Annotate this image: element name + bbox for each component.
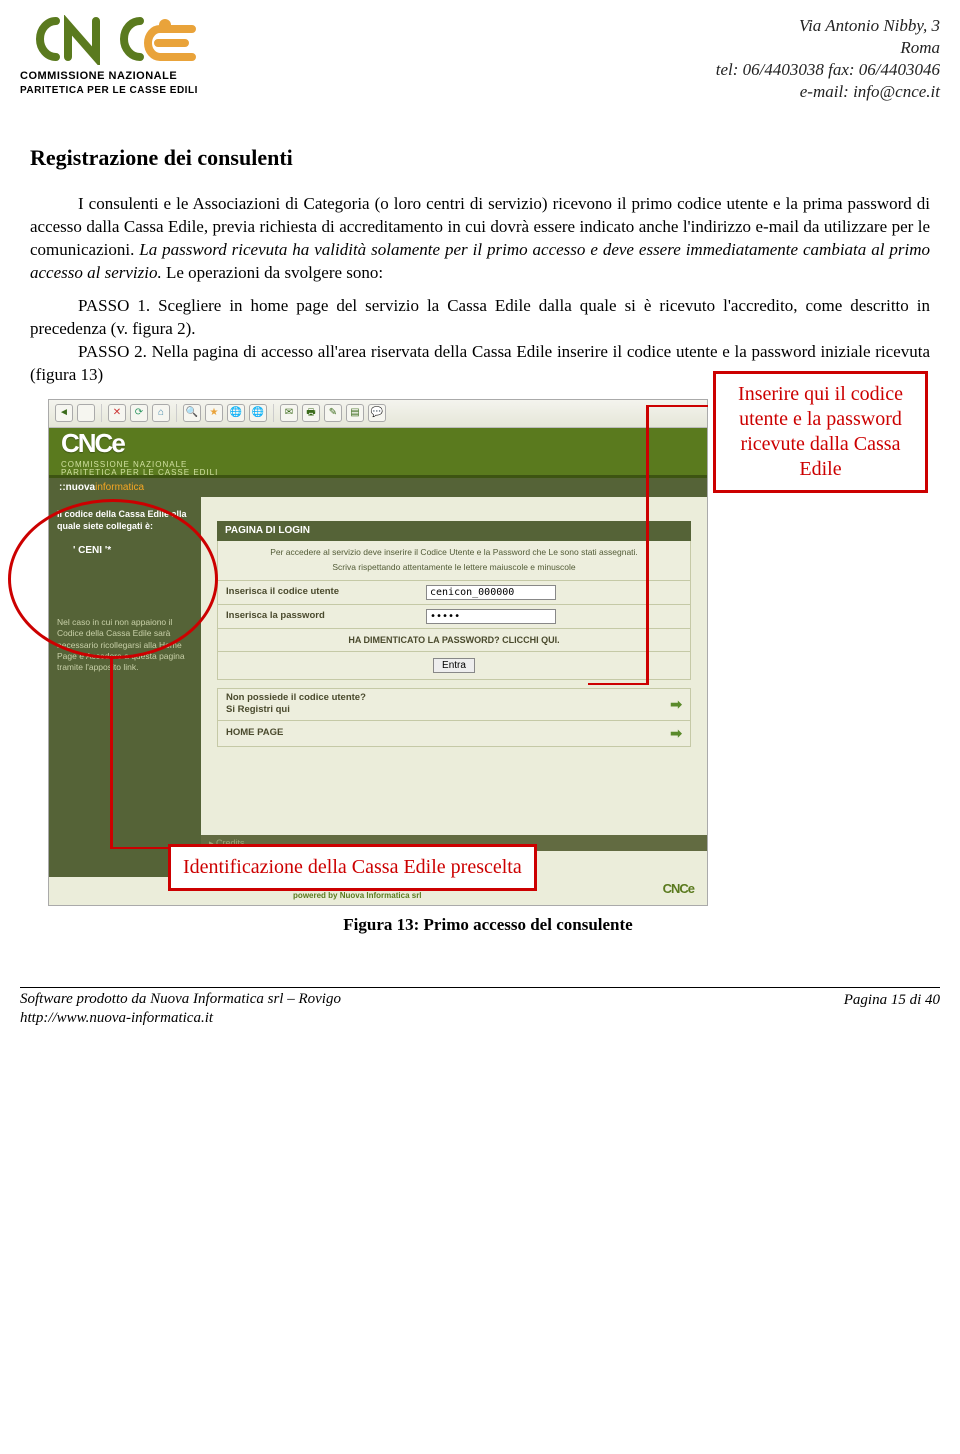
- search-icon[interactable]: 🔍: [183, 404, 201, 422]
- mail-icon[interactable]: ✉: [280, 404, 298, 422]
- logo-block: COMMISSIONE NAZIONALE PARITETICA PER LE …: [20, 15, 240, 97]
- subbanner-b: informatica: [95, 482, 144, 493]
- label-password: Inserisca la password: [226, 610, 426, 623]
- footer-logo-icon: CNCe: [663, 880, 694, 898]
- callout-identification: Identificazione della Cassa Edile presce…: [168, 844, 537, 891]
- arrow-right-icon: ➡: [670, 695, 682, 714]
- screenshot-sidebar: Il codice della Cassa Edile alla quale s…: [49, 497, 201, 877]
- browser-toolbar: ◄ ✕ ⟳ ⌂ 🔍 ★ 🌐 🌐 ✉ 🖶 ✎ ▤ 💬: [49, 400, 707, 428]
- footer-page-number: Pagina 15 di 40: [844, 990, 940, 1029]
- sidebar-box-2: Nel caso in cui non appaiono il Codice d…: [57, 617, 193, 672]
- links-block: Non possiede il codice utente? Si Regist…: [217, 688, 691, 748]
- login-row-pass: Inserisca la password: [217, 605, 691, 629]
- main-content: Registrazione dei consulenti I consulent…: [20, 103, 940, 956]
- edit-icon[interactable]: ✎: [324, 404, 342, 422]
- forward-icon[interactable]: [77, 404, 95, 422]
- figure-caption: Figura 13: Primo accesso del consulente: [48, 914, 928, 937]
- addr-line-4: e-mail: info@cnce.it: [716, 81, 940, 103]
- addr-line-2: Roma: [716, 37, 940, 59]
- login-header: PAGINA DI LOGIN: [217, 521, 691, 541]
- link1b: Si Registri qui: [226, 704, 290, 715]
- home-icon[interactable]: ⌂: [152, 404, 170, 422]
- callout-line-2h: [110, 847, 168, 850]
- footer-credit-2: powered by Nuova Informatica srl: [293, 891, 421, 900]
- footer-left: Software prodotto da Nuova Informatica s…: [20, 990, 341, 1029]
- back-icon[interactable]: ◄: [55, 404, 73, 422]
- link-homepage[interactable]: HOME PAGE ➡: [217, 721, 691, 747]
- callout-line-2v: [110, 657, 113, 849]
- embedded-screenshot: ◄ ✕ ⟳ ⌂ 🔍 ★ 🌐 🌐 ✉ 🖶 ✎ ▤ 💬 CNC: [48, 399, 708, 906]
- toolbar-sep3: [273, 404, 274, 422]
- forgot-password-link[interactable]: HA DIMENTICATO LA PASSWORD? CLICCHI QUI.: [217, 629, 691, 652]
- site-banner: CNCe COMMISSIONE NAZIONALE PARITETICA PE…: [49, 428, 707, 478]
- tool-icon-1[interactable]: 🌐: [249, 404, 267, 422]
- link-register-text: Non possiede il codice utente? Si Regist…: [226, 692, 366, 718]
- history-icon[interactable]: 🌐: [227, 404, 245, 422]
- sidebar-box1-text: Il codice della Cassa Edile alla quale s…: [57, 509, 187, 531]
- screenshot-main: PAGINA DI LOGIN Per accedere al servizio…: [201, 497, 707, 877]
- page-header: COMMISSIONE NAZIONALE PARITETICA PER LE …: [20, 0, 940, 103]
- callout-line-1: [648, 405, 708, 408]
- label-username: Inserisca il codice utente: [226, 586, 426, 599]
- cnce-logo-icon: [20, 15, 210, 65]
- tool-icon-2[interactable]: ▤: [346, 404, 364, 422]
- header-address: Via Antonio Nibby, 3 Roma tel: 06/440303…: [716, 15, 940, 103]
- footer-producer: Software prodotto da Nuova Informatica s…: [20, 990, 341, 1010]
- link2-text: HOME PAGE: [226, 727, 283, 740]
- footer-url: http://www.nuova-informatica.it: [20, 1009, 341, 1029]
- callout-credentials: Inserire qui il codice utente e la passw…: [713, 371, 928, 493]
- callout-identification-text: Identificazione della Cassa Edile presce…: [183, 856, 522, 878]
- input-username[interactable]: [426, 585, 556, 600]
- page-title: Registrazione dei consulenti: [30, 143, 930, 173]
- enter-row: Entra: [217, 652, 691, 680]
- addr-line-3: tel: 06/4403038 fax: 06/4403046: [716, 59, 940, 81]
- logo-sub-1: COMMISSIONE NAZIONALE: [20, 69, 240, 84]
- passo-1: PASSO 1. Scegliere in home page del serv…: [30, 295, 930, 341]
- login-info: Per accedere al servizio deve inserire i…: [217, 541, 691, 581]
- page-footer: Software prodotto da Nuova Informatica s…: [20, 987, 940, 1045]
- callout-line-1b: [588, 683, 648, 686]
- input-password[interactable]: [426, 609, 556, 624]
- para1-c: Le operazioni da svolgere sono:: [162, 263, 383, 282]
- login-panel: PAGINA DI LOGIN Per accedere al servizio…: [217, 521, 691, 747]
- tool-icon-3[interactable]: 💬: [368, 404, 386, 422]
- sidebar-box-1: Il codice della Cassa Edile alla quale s…: [57, 509, 193, 557]
- refresh-icon[interactable]: ⟳: [130, 404, 148, 422]
- enter-button[interactable]: Entra: [433, 658, 475, 673]
- arrow-right-icon-2: ➡: [670, 724, 682, 743]
- stop-icon[interactable]: ✕: [108, 404, 126, 422]
- sidebar-ceni-code: ' CENI '*: [73, 544, 193, 557]
- sub-banner: ::nuovainformatica: [49, 478, 707, 498]
- figure-13: Inserire qui il codice utente e la passw…: [48, 399, 928, 937]
- banner-sub-2: PARITETICA PER LE CASSE EDILI: [61, 469, 218, 477]
- print-icon[interactable]: 🖶: [302, 404, 320, 422]
- subbanner-a: ::nuova: [59, 482, 95, 493]
- banner-logo-text: CNCe: [61, 426, 218, 461]
- login-info-2: Scriva rispettando attentamente le lette…: [226, 562, 682, 573]
- login-info-1: Per accedere al servizio deve inserire i…: [226, 547, 682, 558]
- login-row-user: Inserisca il codice utente: [217, 581, 691, 605]
- link1a: Non possiede il codice utente?: [226, 692, 366, 703]
- link-register[interactable]: Non possiede il codice utente? Si Regist…: [217, 688, 691, 722]
- toolbar-sep2: [176, 404, 177, 422]
- favorites-icon[interactable]: ★: [205, 404, 223, 422]
- logo-sub-2: PARITETICA PER LE CASSE EDILI: [20, 84, 240, 98]
- callout-line-1v: [646, 405, 649, 685]
- toolbar-sep: [101, 404, 102, 422]
- addr-line-1: Via Antonio Nibby, 3: [716, 15, 940, 37]
- intro-paragraph: I consulenti e le Associazioni di Catego…: [30, 193, 930, 285]
